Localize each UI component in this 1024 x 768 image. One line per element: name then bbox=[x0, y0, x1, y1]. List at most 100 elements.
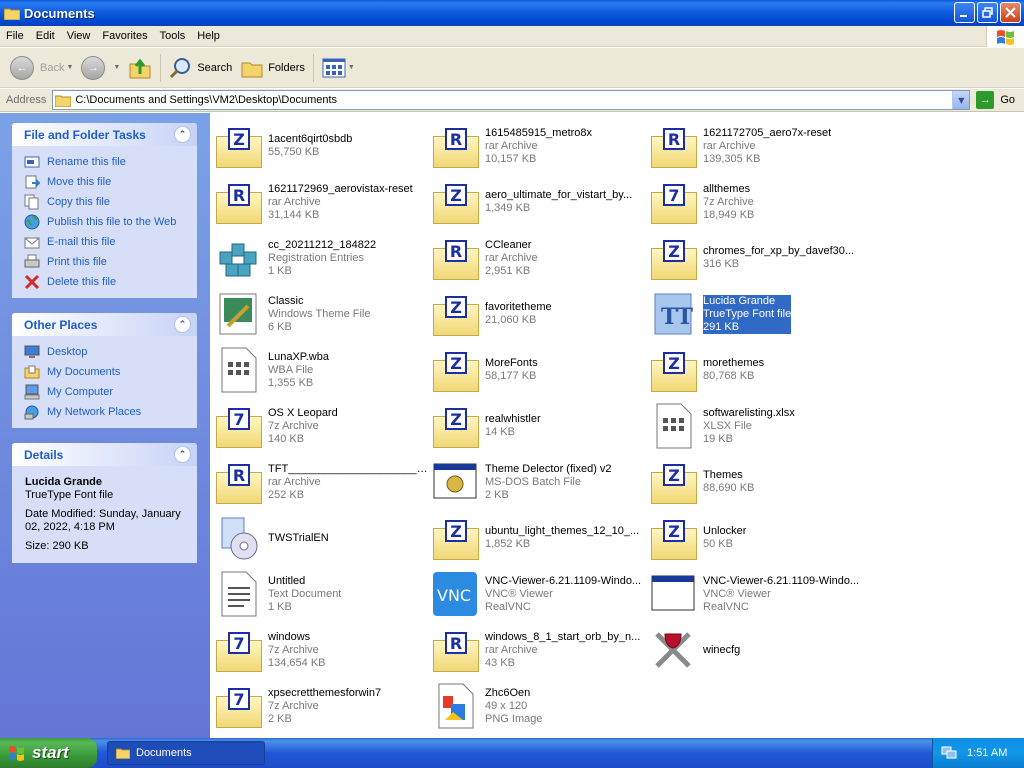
file-name: cc_20211212_184822 bbox=[268, 238, 377, 251]
file-item[interactable]: Zubuntu_light_themes_12_10_... 1,852 KB bbox=[431, 510, 649, 566]
copy-file-link[interactable]: Copy this file bbox=[24, 192, 197, 212]
file-item[interactable]: Zhc6Oen 49 x 120 PNG Image bbox=[431, 678, 649, 734]
file-text: cc_20211212_184822 Registration Entries 1 … bbox=[268, 239, 376, 278]
file-item[interactable]: RTFT__________________________rar Archiv… bbox=[214, 454, 431, 510]
menu-tools[interactable]: Tools bbox=[154, 30, 192, 42]
menu-help[interactable]: Help bbox=[191, 30, 226, 42]
file-item[interactable]: 7 xpsecretthemesforwin7 7z Archive 2 KB bbox=[214, 678, 431, 734]
collapse-chevron-icon[interactable]: ⌃ bbox=[174, 446, 191, 463]
title-bar[interactable]: Documents bbox=[0, 0, 1024, 26]
delete-file-link[interactable]: Delete this file bbox=[24, 272, 197, 292]
up-folder-button[interactable] bbox=[124, 51, 156, 85]
archive-z-icon: Z bbox=[649, 458, 697, 506]
restore-button[interactable] bbox=[977, 2, 998, 23]
task-label: E-mail this file bbox=[47, 236, 116, 248]
registry-icon bbox=[214, 234, 262, 282]
minimize-button[interactable] bbox=[954, 2, 975, 23]
address-bar: Address C:\Documents and Settings\VM2\De… bbox=[0, 89, 1024, 112]
search-button[interactable]: Search bbox=[165, 51, 236, 85]
forward-button[interactable]: → ▼ bbox=[77, 51, 124, 85]
file-size: 1,852 KB bbox=[485, 538, 531, 550]
file-item[interactable]: Z Themes 88,690 KB bbox=[649, 454, 867, 510]
address-input[interactable]: C:\Documents and Settings\VM2\Desktop\Do… bbox=[52, 90, 971, 110]
menu-view[interactable]: View bbox=[61, 30, 97, 42]
file-item[interactable]: 7 windows 7z Archive 134,654 KB bbox=[214, 622, 431, 678]
file-item[interactable]: Theme Delector (fixed) v2 MS-DOS Batch Fi… bbox=[431, 454, 649, 510]
forward-dropdown-icon[interactable]: ▼ bbox=[113, 64, 120, 71]
address-dropdown-button[interactable]: ▼ bbox=[952, 91, 970, 109]
file-item[interactable]: Zfavoritetheme 21,060 KB bbox=[431, 286, 649, 342]
file-item[interactable]: VNC-Viewer-6.21.1109-Windo... VNC® Viewer… bbox=[649, 566, 867, 622]
file-item[interactable]: Z Unlocker 50 KB bbox=[649, 510, 867, 566]
place-desktop-link[interactable]: Desktop bbox=[24, 342, 197, 362]
file-item[interactable]: R CCleaner rar Archive 2,951 KB bbox=[431, 230, 649, 286]
move-file-link[interactable]: Move this file bbox=[24, 172, 197, 192]
file-item[interactable]: LunaXP.wba WBA File 1,355 KB bbox=[214, 342, 431, 398]
file-item[interactable]: R 1621172969_aerovistax-reset rar Archive 3… bbox=[214, 174, 431, 230]
file-item[interactable]: Zchromes_for_xp_by_davef30... 316 KB bbox=[649, 230, 867, 286]
winecfg-icon bbox=[649, 626, 697, 674]
my-computer-icon bbox=[24, 384, 40, 400]
taskbar-documents-button[interactable]: Documents bbox=[107, 741, 265, 765]
file-item[interactable]: winecfg bbox=[649, 622, 867, 678]
folders-button[interactable]: Folders bbox=[236, 51, 309, 85]
file-text: MoreFonts 58,177 KB bbox=[485, 357, 538, 383]
menu-edit[interactable]: Edit bbox=[30, 30, 61, 42]
file-item[interactable]: Zmorethemes 80,768 KB bbox=[649, 342, 867, 398]
close-button[interactable] bbox=[1000, 2, 1021, 23]
file-item[interactable]: Zrealwhistler 14 KB bbox=[431, 398, 649, 454]
views-dropdown-icon[interactable]: ▼ bbox=[348, 64, 355, 71]
file-name: Lucida Grande bbox=[703, 294, 776, 307]
file-item[interactable]: R 1621172705_aero7x-reset rar Archive 139,3… bbox=[649, 118, 867, 174]
file-item[interactable]: cc_20211212_184822 Registration Entries 1 … bbox=[214, 230, 431, 286]
menu-file[interactable]: File bbox=[0, 30, 30, 42]
archive-7z-icon: 7 bbox=[214, 402, 262, 450]
forward-arrow-icon: → bbox=[81, 55, 106, 80]
file-type: MS-DOS Batch File bbox=[485, 475, 581, 488]
file-item[interactable]: VNC VNC-Viewer-6.21.1109-Windo... VNC® Vie… bbox=[431, 566, 649, 622]
file-size: 55,750 KB bbox=[268, 146, 320, 158]
file-item[interactable]: Classic Windows Theme File 6 KB bbox=[214, 286, 431, 342]
print-file-link[interactable]: Print this file bbox=[24, 252, 197, 272]
panel-header[interactable]: Details ⌃ bbox=[12, 443, 197, 466]
back-button[interactable]: ← Back ▼ bbox=[6, 51, 77, 85]
collapse-chevron-icon[interactable]: ⌃ bbox=[174, 126, 191, 143]
place-my-documents-link[interactable]: My Documents bbox=[24, 362, 197, 382]
archive-z-icon: Z bbox=[649, 514, 697, 562]
start-button[interactable]: start bbox=[0, 738, 97, 768]
panel-header[interactable]: Other Places ⌃ bbox=[12, 313, 197, 336]
file-text: 1615485915_metro8x rar Archive 10,157 KB bbox=[485, 127, 592, 166]
network-tray-icon[interactable] bbox=[941, 746, 957, 760]
publish-web-link[interactable]: Publish this file to the Web bbox=[24, 212, 197, 232]
views-button[interactable]: ▼ bbox=[318, 51, 359, 85]
file-item[interactable]: Zaero_ultimate_for_vistart_by... 1,349 KB bbox=[431, 174, 649, 230]
file-item[interactable]: TWSTrialEN bbox=[214, 510, 431, 566]
file-item[interactable]: 7 OS X Leopard 7z Archive 140 KB bbox=[214, 398, 431, 454]
menu-favorites[interactable]: Favorites bbox=[96, 30, 153, 42]
back-dropdown-icon[interactable]: ▼ bbox=[66, 64, 73, 71]
place-network-link[interactable]: My Network Places bbox=[24, 402, 197, 422]
file-size: 1,349 KB bbox=[485, 202, 531, 214]
file-item[interactable]: 7 allthemes 7z Archive 18,949 KB bbox=[649, 174, 867, 230]
task-label: Print this file bbox=[47, 256, 107, 268]
go-button[interactable]: → Go bbox=[976, 91, 1015, 109]
file-item[interactable]: Z 1acent6qirt0sbdb 55,750 KB bbox=[214, 118, 431, 174]
file-list-pane[interactable]: Z 1acent6qirt0sbdb 55,750 KB R 1615485915_me… bbox=[210, 113, 1024, 738]
file-size: 139,305 KB bbox=[703, 152, 761, 165]
toolbar-separator bbox=[312, 53, 314, 82]
place-my-computer-link[interactable]: My Computer bbox=[24, 382, 197, 402]
panel-header[interactable]: File and Folder Tasks ⌃ bbox=[12, 123, 197, 146]
archive-z-icon: Z bbox=[649, 234, 697, 282]
rename-file-link[interactable]: Rename this file bbox=[24, 152, 197, 172]
file-item[interactable]: Rwindows_8_1_start_orb_by_n... rar Archiv… bbox=[431, 622, 649, 678]
collapse-chevron-icon[interactable]: ⌃ bbox=[174, 316, 191, 333]
file-item[interactable]: Untitled Text Document 1 KB bbox=[214, 566, 431, 622]
file-item[interactable]: R 1615485915_metro8x rar Archive 10,157 KB bbox=[431, 118, 649, 174]
file-item[interactable]: Z MoreFonts 58,177 KB bbox=[431, 342, 649, 398]
file-size: 140 KB bbox=[268, 432, 305, 445]
file-size: 291 KB bbox=[703, 320, 740, 333]
clock[interactable]: 1:51 AM bbox=[967, 747, 1007, 759]
file-item[interactable]: TT Lucida Grande TrueType Font file 291 KB bbox=[649, 286, 867, 342]
email-file-link[interactable]: E-mail this file bbox=[24, 232, 197, 252]
file-item[interactable]: softwarelisting.xlsx XLSX File 19 KB bbox=[649, 398, 867, 454]
